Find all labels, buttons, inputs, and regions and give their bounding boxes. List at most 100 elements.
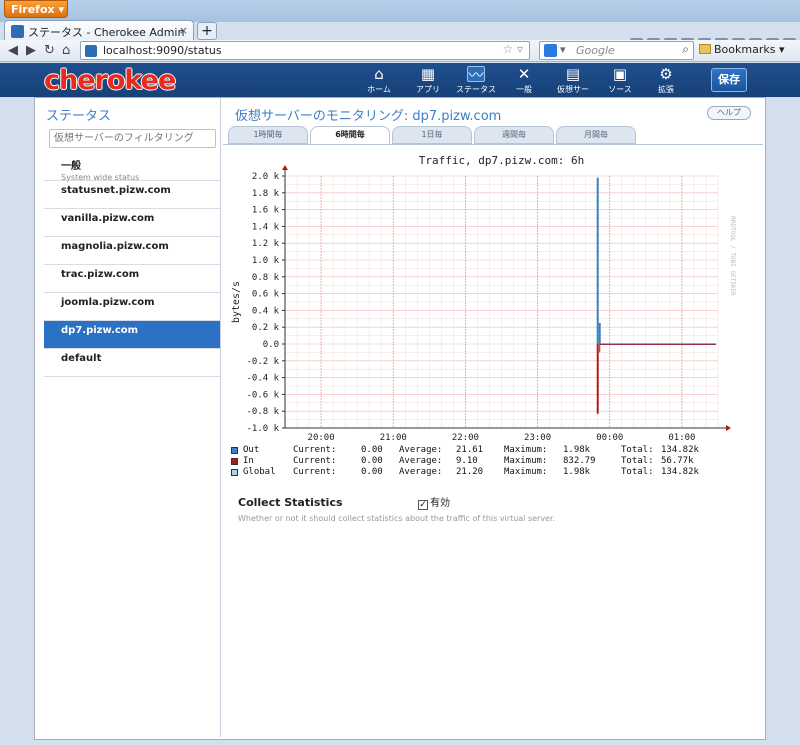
chart-legend: Out Current: 0.00 Average: 21.61 Maximum: 1.98… bbox=[231, 445, 701, 478]
legend-average-key: Average: bbox=[399, 456, 443, 466]
tab-month[interactable]: 月間毎 bbox=[556, 126, 636, 144]
period-tabs: 1時間毎 6時間毎 1日毎 週間毎 月間毎 bbox=[228, 126, 758, 145]
new-tab-button[interactable]: + bbox=[197, 22, 217, 40]
legend-maximum-key: Maximum: bbox=[504, 456, 548, 466]
nav-vservers[interactable]: ▤ 仮想サー bbox=[552, 66, 594, 95]
nav-label: 仮想サー bbox=[557, 85, 589, 94]
tab-1d[interactable]: 1日毎 bbox=[392, 126, 472, 144]
gear-icon: ⚙ bbox=[659, 65, 673, 83]
close-tab-icon[interactable]: × bbox=[179, 24, 188, 37]
x-tick-label: 00:00 bbox=[596, 433, 623, 443]
nav-label: ホーム bbox=[367, 85, 391, 94]
apps-icon: ▦ bbox=[420, 65, 436, 83]
help-button[interactable]: ヘルプ bbox=[707, 106, 751, 120]
home-icon[interactable]: ⌂ bbox=[62, 43, 70, 58]
nav-general[interactable]: ✕ 一般 bbox=[503, 66, 545, 95]
cherokee-favicon-icon bbox=[11, 25, 24, 38]
url-bar[interactable]: localhost:9090/status ☆ ▿ bbox=[80, 41, 530, 60]
legend-average-key: Average: bbox=[399, 445, 443, 455]
vserver-icon: ▤ bbox=[565, 65, 581, 83]
back-arrow-icon[interactable]: ◀ bbox=[8, 43, 18, 58]
x-tick-label: 01:00 bbox=[668, 433, 695, 443]
checkbox-checked-icon[interactable]: ✓ bbox=[418, 500, 428, 510]
vserver-filter-input[interactable] bbox=[49, 129, 216, 148]
nav-status[interactable]: 〰ステータス bbox=[455, 66, 497, 95]
google-icon bbox=[544, 44, 557, 57]
nav-label: 一般 bbox=[516, 85, 532, 94]
legend-total-value: 56.77k bbox=[661, 456, 694, 466]
nav-label: アプリ bbox=[416, 85, 440, 94]
y-tick-label: -0.6 k bbox=[246, 390, 279, 400]
cherokee-logo[interactable]: cherokee bbox=[44, 65, 176, 96]
sidebar-item-trac[interactable]: trac.pizw.com bbox=[44, 265, 220, 293]
vserver-list: 一般 System wide status statusnet.pizw.com … bbox=[44, 153, 220, 377]
legend-maximum-key: Maximum: bbox=[504, 445, 548, 455]
legend-swatch bbox=[231, 447, 238, 454]
legend-average-value: 21.61 bbox=[456, 445, 484, 455]
browser-tab[interactable]: ステータス - Cherokee Admin × bbox=[4, 20, 194, 42]
legend-current-key: Current: bbox=[293, 467, 337, 477]
search-icon[interactable]: ⌕ bbox=[682, 42, 689, 57]
bookmarks-menu[interactable]: Bookmarks ▾ bbox=[699, 43, 785, 56]
collect-statistics-label: Collect Statistics bbox=[238, 496, 343, 509]
sidebar-item-joomla[interactable]: joomla.pizw.com bbox=[44, 293, 220, 321]
content-area: ステータス 一般System wide status statusnet.piz… bbox=[34, 97, 766, 740]
tab-1h[interactable]: 1時間毎 bbox=[228, 126, 308, 144]
tab-divider bbox=[223, 144, 763, 145]
source-icon: ▣ bbox=[612, 65, 628, 83]
legend-maximum-value: 1.98k bbox=[563, 467, 591, 477]
nav-advanced[interactable]: ⚙ 拡張 bbox=[645, 66, 687, 95]
tab-strip: ステータス - Cherokee Admin × + bbox=[0, 18, 800, 51]
sidebar-item-general[interactable]: 一般 System wide status bbox=[44, 153, 220, 182]
nav-label: 拡張 bbox=[658, 85, 674, 94]
y-tick-label: -0.2 k bbox=[246, 357, 279, 367]
legend-maximum-value: 832.79 bbox=[563, 456, 596, 466]
firefox-menu-button[interactable]: Firefox ▾ bbox=[4, 0, 68, 18]
y-tick-label: 1.4 k bbox=[252, 222, 280, 232]
status-icon: 〰 bbox=[467, 66, 485, 84]
nav-home[interactable]: ⌂ ホーム bbox=[358, 66, 400, 95]
sidebar-item-vanilla[interactable]: vanilla.pizw.com bbox=[44, 209, 220, 237]
bookmark-star-icon[interactable]: ☆ ▿ bbox=[502, 42, 523, 56]
rrdtool-credit: RRDTOOL / TOBI OETIKER bbox=[729, 216, 736, 296]
sidebar-item-label: dp7.pizw.com bbox=[61, 325, 139, 336]
legend-row-out: Out Current: 0.00 Average: 21.61 Maximum: 1.98… bbox=[231, 445, 701, 456]
series-global-spike bbox=[598, 323, 601, 344]
legend-total-value: 134.82k bbox=[661, 467, 699, 477]
url-text: localhost:9090/status bbox=[103, 44, 222, 57]
y-tick-label: -0.4 k bbox=[246, 374, 279, 384]
bookmarks-label: Bookmarks bbox=[714, 43, 776, 56]
x-tick-label: 23:00 bbox=[524, 433, 551, 443]
sidebar-item-statusnet[interactable]: statusnet.pizw.com bbox=[44, 181, 220, 209]
series-in-spike bbox=[596, 344, 599, 414]
home-icon: ⌂ bbox=[374, 65, 384, 83]
sidebar-item-label: statusnet.pizw.com bbox=[61, 185, 171, 196]
tab-6h[interactable]: 6時間毎 bbox=[310, 126, 390, 145]
y-tick-label: -1.0 k bbox=[246, 424, 279, 434]
save-button[interactable]: 保存 bbox=[711, 68, 747, 92]
tab-title: ステータス - Cherokee Admin bbox=[28, 26, 185, 39]
sidebar-item-default[interactable]: default bbox=[44, 349, 220, 377]
forward-arrow-icon[interactable]: ▶ bbox=[26, 43, 36, 58]
sidebar-item-dp7[interactable]: dp7.pizw.com bbox=[44, 321, 220, 349]
reload-icon[interactable]: ↻ bbox=[44, 43, 55, 58]
y-tick-label: 1.2 k bbox=[252, 239, 280, 249]
search-engine-dropdown-icon[interactable]: ▾ bbox=[560, 43, 566, 56]
y-tick-label: 2.0 k bbox=[252, 172, 280, 182]
sidebar: ステータス 一般System wide status statusnet.piz… bbox=[44, 98, 221, 737]
legend-current-value: 0.00 bbox=[361, 445, 383, 455]
legend-maximum-value: 1.98k bbox=[563, 445, 591, 455]
chart-title: Traffic, dp7.pizw.com: 6h bbox=[419, 154, 585, 167]
legend-series-name: In bbox=[243, 456, 254, 466]
legend-total-key: Total: bbox=[621, 445, 654, 455]
nav-sources[interactable]: ▣ ソース bbox=[599, 66, 641, 95]
legend-total-key: Total: bbox=[621, 467, 654, 477]
search-box[interactable]: ▾ Google ⌕ bbox=[539, 41, 694, 60]
collect-statistics-checkbox[interactable]: ✓ 有効 bbox=[418, 494, 450, 510]
app-header: cherokee ⌂ ホーム ▦ アプリ 〰ステータス ✕ 一般 ▤ 仮想サー ▣ ソース… bbox=[0, 63, 800, 97]
nav-label: ソース bbox=[608, 85, 632, 94]
navigation-bar: ◀ ▶ ↻ ⌂ localhost:9090/status ☆ ▿ ▾ Goog… bbox=[0, 40, 800, 62]
nav-apps[interactable]: ▦ アプリ bbox=[407, 66, 449, 95]
sidebar-item-magnolia[interactable]: magnolia.pizw.com bbox=[44, 237, 220, 265]
tab-week[interactable]: 週間毎 bbox=[474, 126, 554, 144]
